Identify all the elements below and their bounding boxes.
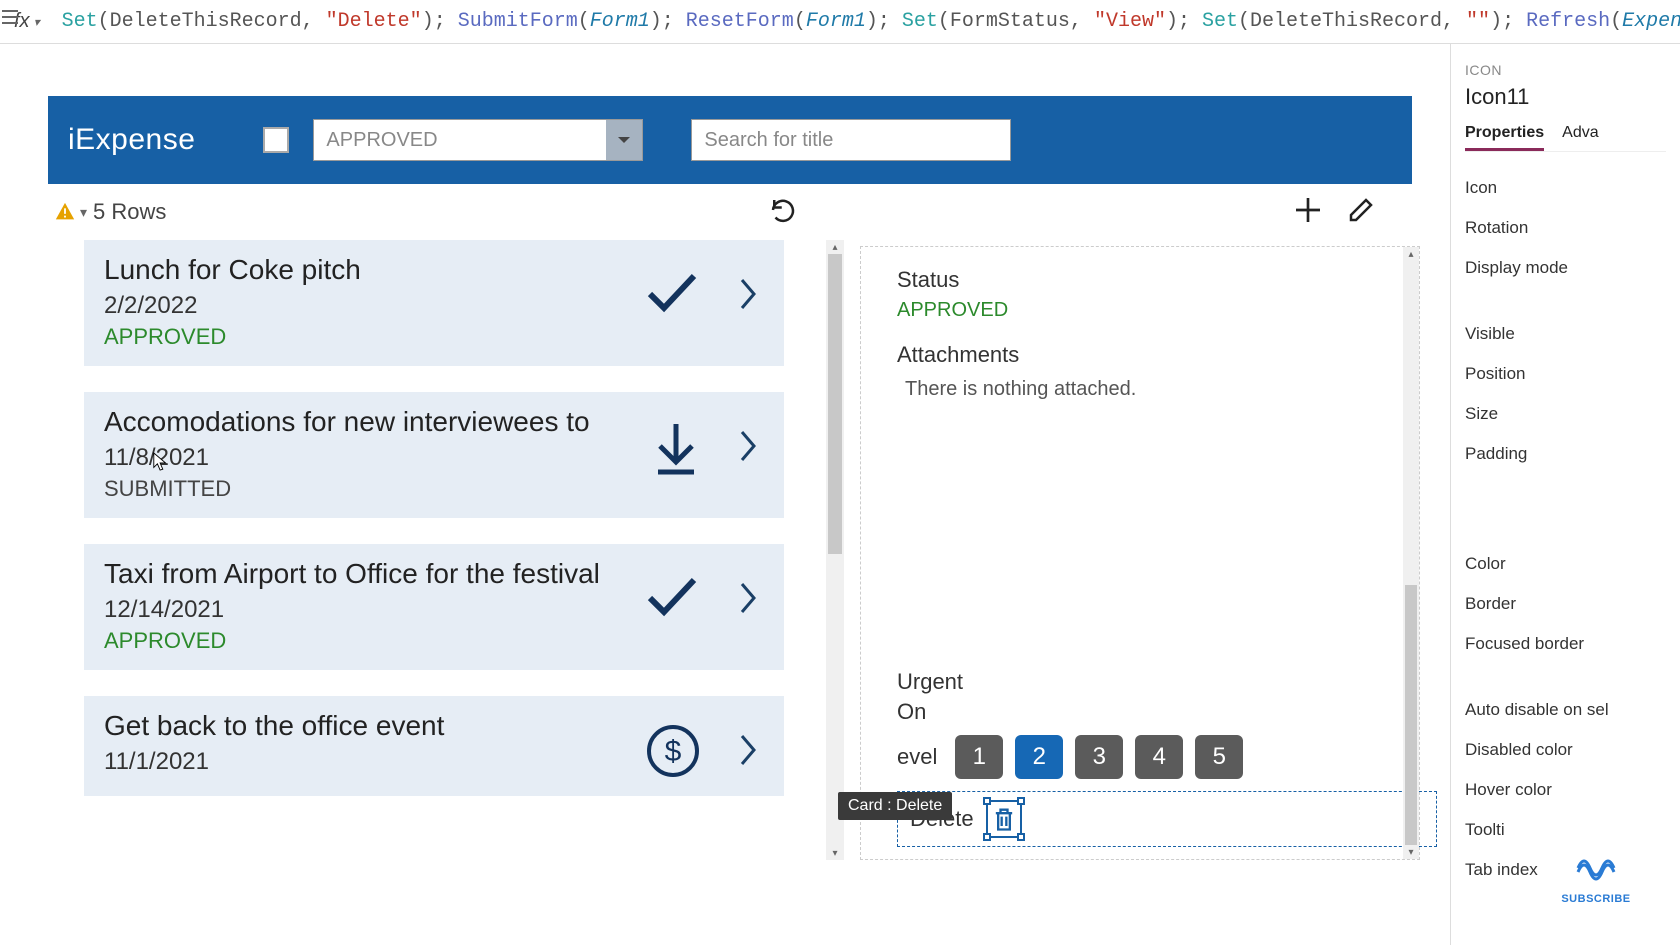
prop-color[interactable]: Color <box>1465 544 1666 584</box>
attachments-label: Attachments <box>897 342 1395 368</box>
prop-border[interactable]: Border <box>1465 584 1666 624</box>
item-chevron-icon[interactable] <box>738 428 758 469</box>
prop-focused-border[interactable]: Focused border <box>1465 624 1666 664</box>
search-input[interactable] <box>691 119 1011 161</box>
detail-pane: Status APPROVED Attachments There is not… <box>860 246 1420 860</box>
item-status-icon <box>652 420 700 481</box>
item-status: APPROVED <box>104 628 764 654</box>
props-name: Icon11 <box>1465 84 1666 110</box>
dropdown-chevron-icon[interactable] <box>606 120 642 160</box>
expense-list: Lunch for Coke pitch2/2/2022APPROVED Acco… <box>84 240 844 860</box>
list-item[interactable]: Lunch for Coke pitch2/2/2022APPROVED <box>84 240 784 366</box>
rating-2[interactable]: 2 <box>1015 735 1063 779</box>
app-header: iExpense APPROVED <box>48 96 1412 184</box>
formula-text[interactable]: Set(DeleteThisRecord, "Delete"); SubmitF… <box>62 10 1680 33</box>
urgent-label: Urgent <box>897 669 1403 695</box>
rows-count: 5 Rows <box>93 199 166 225</box>
detail-scrollbar[interactable]: ▴▾ <box>1403 247 1419 859</box>
tooltip: Card : Delete <box>838 792 952 820</box>
canvas-area: iExpense APPROVED ▾ 5 Rows <box>0 44 1450 945</box>
warning-icon <box>54 201 76 223</box>
list-item[interactable]: Accomodations for new interviewees to11/… <box>84 392 784 518</box>
item-status-icon <box>644 572 700 627</box>
prop-hover-color[interactable]: Hover color <box>1465 770 1666 810</box>
list-toolbar: ▾ 5 Rows <box>48 184 1412 240</box>
list-item[interactable]: Taxi from Airport to Office for the fest… <box>84 544 784 670</box>
rating-1[interactable]: 1 <box>955 735 1003 779</box>
level-label: evel <box>897 744 937 770</box>
item-status: APPROVED <box>104 324 764 350</box>
item-chevron-icon[interactable] <box>738 732 758 773</box>
tab-advanced[interactable]: Adva <box>1562 124 1598 151</box>
edit-icon[interactable] <box>1346 195 1376 230</box>
prop-size[interactable]: Size <box>1465 394 1666 434</box>
item-chevron-icon[interactable] <box>738 276 758 317</box>
tree-chevron-icon[interactable]: ▾ <box>80 204 87 221</box>
list-item[interactable]: Get back to the office event11/1/2021$ <box>84 696 784 796</box>
props-category: ICON <box>1465 62 1666 78</box>
tab-properties[interactable]: Properties <box>1465 124 1544 151</box>
rating-4[interactable]: 4 <box>1135 735 1183 779</box>
dropdown-value: APPROVED <box>326 129 437 152</box>
prop-display-mode[interactable]: Display mode <box>1465 248 1666 288</box>
properties-panel: ICON Icon11 Properties Adva IconRotation… <box>1450 44 1680 945</box>
item-status-icon: $ <box>646 724 700 783</box>
formula-bar: fx▾ Set(DeleteThisRecord, "Delete"); Sub… <box>0 0 1680 44</box>
prop-disabled-color[interactable]: Disabled color <box>1465 730 1666 770</box>
rating-row: evel 12345 <box>897 735 1403 779</box>
subscribe-text: SUBSCRIBE <box>1556 893 1636 905</box>
status-label: Status <box>897 267 1395 293</box>
props-tabs: Properties Adva <box>1465 124 1666 152</box>
refresh-icon[interactable] <box>768 195 798 230</box>
prop-visible[interactable]: Visible <box>1465 314 1666 354</box>
urgent-value: On <box>897 699 1403 725</box>
prop-auto-disable-on-sel[interactable]: Auto disable on sel <box>1465 690 1666 730</box>
item-chevron-icon[interactable] <box>738 580 758 621</box>
status-value: APPROVED <box>897 299 1395 322</box>
rating-5[interactable]: 5 <box>1195 735 1243 779</box>
prop-toolti[interactable]: Toolti <box>1465 810 1666 850</box>
delete-card[interactable]: Delete <box>897 791 1437 847</box>
subscribe-watermark: SUBSCRIBE <box>1556 848 1636 905</box>
status-dropdown[interactable]: APPROVED <box>313 119 643 161</box>
item-status-icon <box>644 268 700 323</box>
rating-3[interactable]: 3 <box>1075 735 1123 779</box>
trash-icon[interactable] <box>986 800 1022 838</box>
prop-rotation[interactable]: Rotation <box>1465 208 1666 248</box>
prop-icon[interactable]: Icon <box>1465 168 1666 208</box>
list-scrollbar[interactable]: ▴▾ <box>826 240 844 860</box>
prop-position[interactable]: Position <box>1465 354 1666 394</box>
app-frame: iExpense APPROVED ▾ 5 Rows <box>48 96 1412 866</box>
app-title: iExpense <box>68 123 195 157</box>
prop-padding[interactable]: Padding <box>1465 434 1666 474</box>
attachments-empty: There is nothing attached. <box>897 378 1395 401</box>
filter-checkbox[interactable] <box>263 127 289 153</box>
hamburger-icon[interactable] <box>2 10 18 24</box>
add-icon[interactable] <box>1292 194 1324 231</box>
svg-text:$: $ <box>665 735 682 768</box>
